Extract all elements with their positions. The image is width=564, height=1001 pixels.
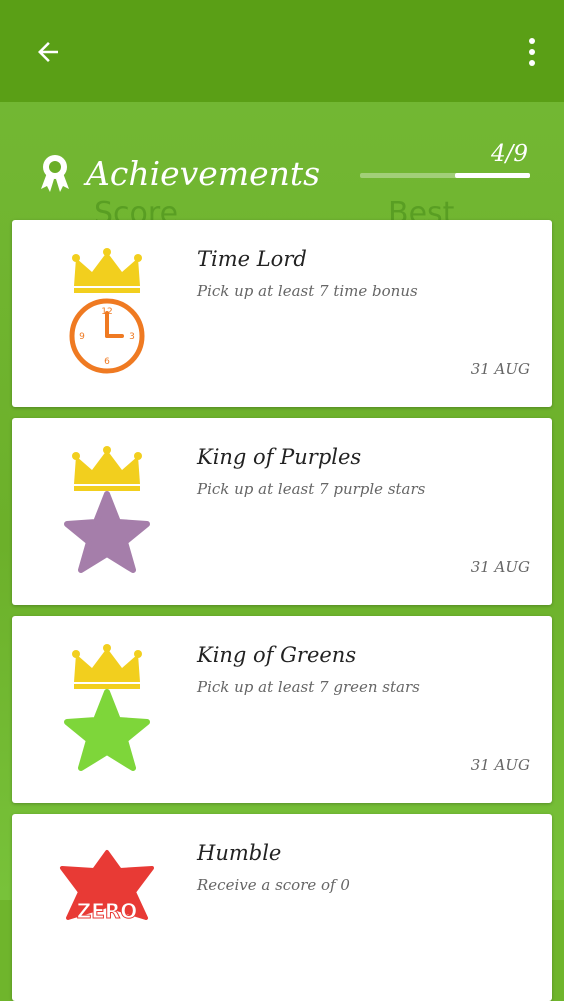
achievement-description: Pick up at least 7 time bonus xyxy=(197,282,418,300)
app-bar xyxy=(0,0,564,102)
crown-purple-star-icon xyxy=(64,446,150,573)
achievement-description: Receive a score of 0 xyxy=(197,876,350,894)
clock-number-3: 3 xyxy=(129,332,135,342)
award-ribbon-icon xyxy=(41,155,69,192)
back-button[interactable] xyxy=(26,30,70,74)
achievement-card-humble[interactable]: ZERO Humble Receive a score of 0 xyxy=(12,814,552,1001)
achievement-date: 31 AUG xyxy=(470,756,530,774)
crown-green-star-icon xyxy=(64,644,150,771)
achievements-progress-count: 4/9 xyxy=(490,141,528,167)
achievements-header: Achievements xyxy=(38,148,320,198)
achievement-title: King of Greens xyxy=(197,643,357,667)
overflow-menu-button[interactable] xyxy=(514,30,550,74)
zero-red-star-icon: ZERO xyxy=(60,850,154,924)
achievement-description: Pick up at least 7 green stars xyxy=(197,678,420,696)
achievement-title: Humble xyxy=(197,841,282,865)
clock-number-9: 9 xyxy=(79,332,85,342)
achievement-date: 31 AUG xyxy=(470,360,530,378)
clock-number-6: 6 xyxy=(104,357,110,367)
achievement-title: King of Purples xyxy=(197,445,362,469)
achievement-date: 31 AUG xyxy=(470,558,530,576)
achievement-card-time-lord[interactable]: 12 3 6 9 Time Lord Pick up at least 7 ti… xyxy=(12,220,552,407)
clock-number-12: 12 xyxy=(101,307,112,317)
achievements-title: Achievements xyxy=(86,153,321,193)
zero-badge-text: ZERO xyxy=(77,899,138,923)
more-vert-icon xyxy=(529,38,535,66)
arrow-back-icon xyxy=(38,42,58,62)
achievement-description: Pick up at least 7 purple stars xyxy=(197,480,426,498)
achievements-progress-bar xyxy=(360,173,530,178)
achievement-card-king-of-greens[interactable]: King of Greens Pick up at least 7 green … xyxy=(12,616,552,803)
crown-clock-icon: 12 3 6 9 xyxy=(69,248,145,374)
achievements-progress-fill xyxy=(455,173,530,178)
achievement-title: Time Lord xyxy=(197,247,307,271)
achievement-card-king-of-purples[interactable]: King of Purples Pick up at least 7 purpl… xyxy=(12,418,552,605)
